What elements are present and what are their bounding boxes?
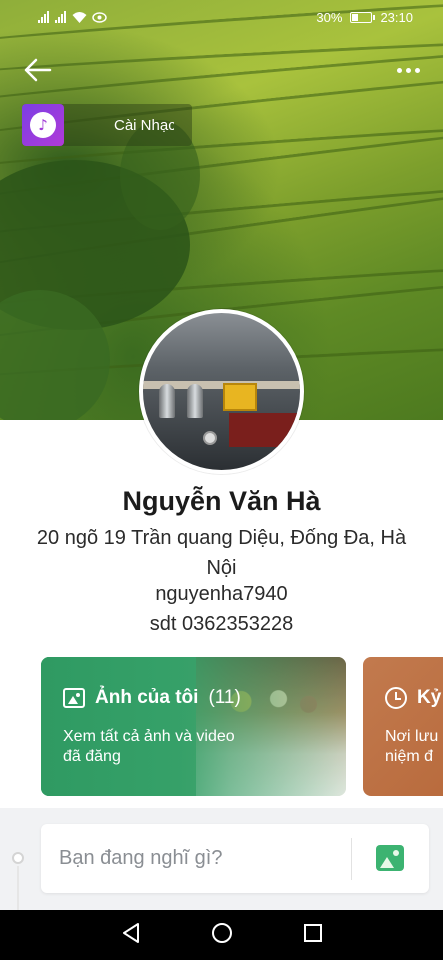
battery-icon xyxy=(350,12,376,23)
profile-avatar[interactable] xyxy=(139,309,304,474)
post-composer[interactable]: Bạn đang nghĩ gì? xyxy=(41,824,429,893)
more-dot xyxy=(405,67,411,73)
more-dots-icon xyxy=(396,67,402,73)
status-bar: 30% 23:10 xyxy=(0,0,443,36)
nav-home-button[interactable] xyxy=(211,922,233,949)
profile-username: nguyenha7940 xyxy=(155,583,288,605)
battery-percent: 30% xyxy=(316,10,343,25)
music-label: Cài Nhạc xyxy=(114,116,174,134)
timeline-line xyxy=(17,866,19,910)
my-photos-count: (11) xyxy=(208,687,241,708)
my-photos-card[interactable]: Ảnh của tôi (11) Xem tất cả ảnh và video… xyxy=(41,657,346,796)
system-nav-bar xyxy=(0,910,443,960)
circle-home-icon xyxy=(211,922,232,943)
music-note-icon: ♪ xyxy=(30,112,56,138)
add-photo-button[interactable] xyxy=(376,845,404,871)
nav-back-button[interactable] xyxy=(121,922,141,949)
set-music-button[interactable]: ♪ Cài Nhạc xyxy=(22,104,192,146)
clock-icon xyxy=(385,687,407,709)
more-dot xyxy=(414,67,420,73)
my-photos-label: Ảnh của tôi xyxy=(95,687,199,708)
signal-icon-2 xyxy=(55,11,66,23)
memories-card[interactable]: Kỷ Nơi lưu niệm đ xyxy=(363,657,443,796)
clock-time: 23:10 xyxy=(380,10,413,25)
memories-description: Nơi lưu niệm đ xyxy=(385,727,438,767)
my-photos-description: Xem tất cả ảnh và video đã đăng xyxy=(63,727,235,767)
my-photos-desc-line1: Xem tất cả ảnh và video xyxy=(63,728,235,745)
profile-address: 20 ngõ 19 Trần quang Diệu, Đống Đa, Hà N… xyxy=(36,527,407,579)
profile-name: Nguyễn Văn Hà xyxy=(122,486,321,516)
more-options-button[interactable] xyxy=(393,60,423,80)
memories-desc-line1: Nơi lưu xyxy=(385,728,439,745)
battery-level xyxy=(352,14,358,21)
my-photos-title: Ảnh của tôi (11) xyxy=(63,687,241,709)
composer-divider xyxy=(351,838,352,880)
my-photos-desc-line2: đã đăng xyxy=(63,748,121,765)
arrow-left-icon xyxy=(24,58,52,82)
memories-title: Kỷ xyxy=(385,687,441,709)
eye-icon xyxy=(92,12,107,23)
music-app-icon: ♪ xyxy=(22,104,64,146)
profile-phone: sdt 0362353228 xyxy=(149,613,294,635)
nav-recent-button[interactable] xyxy=(303,923,323,948)
status-icons-left xyxy=(38,11,107,23)
timeline-dot xyxy=(12,852,24,864)
memories-label: Kỷ xyxy=(417,687,442,708)
back-button[interactable] xyxy=(22,56,54,84)
square-recent-icon xyxy=(303,923,322,942)
image-icon xyxy=(63,688,85,708)
wifi-icon xyxy=(72,11,87,23)
memories-desc-line2: niệm đ xyxy=(385,748,434,765)
triangle-back-icon xyxy=(122,922,139,943)
signal-icon xyxy=(38,11,49,23)
composer-placeholder[interactable]: Bạn đang nghĩ gì? xyxy=(59,847,222,870)
status-icons-right: 30% 23:10 xyxy=(316,10,413,25)
